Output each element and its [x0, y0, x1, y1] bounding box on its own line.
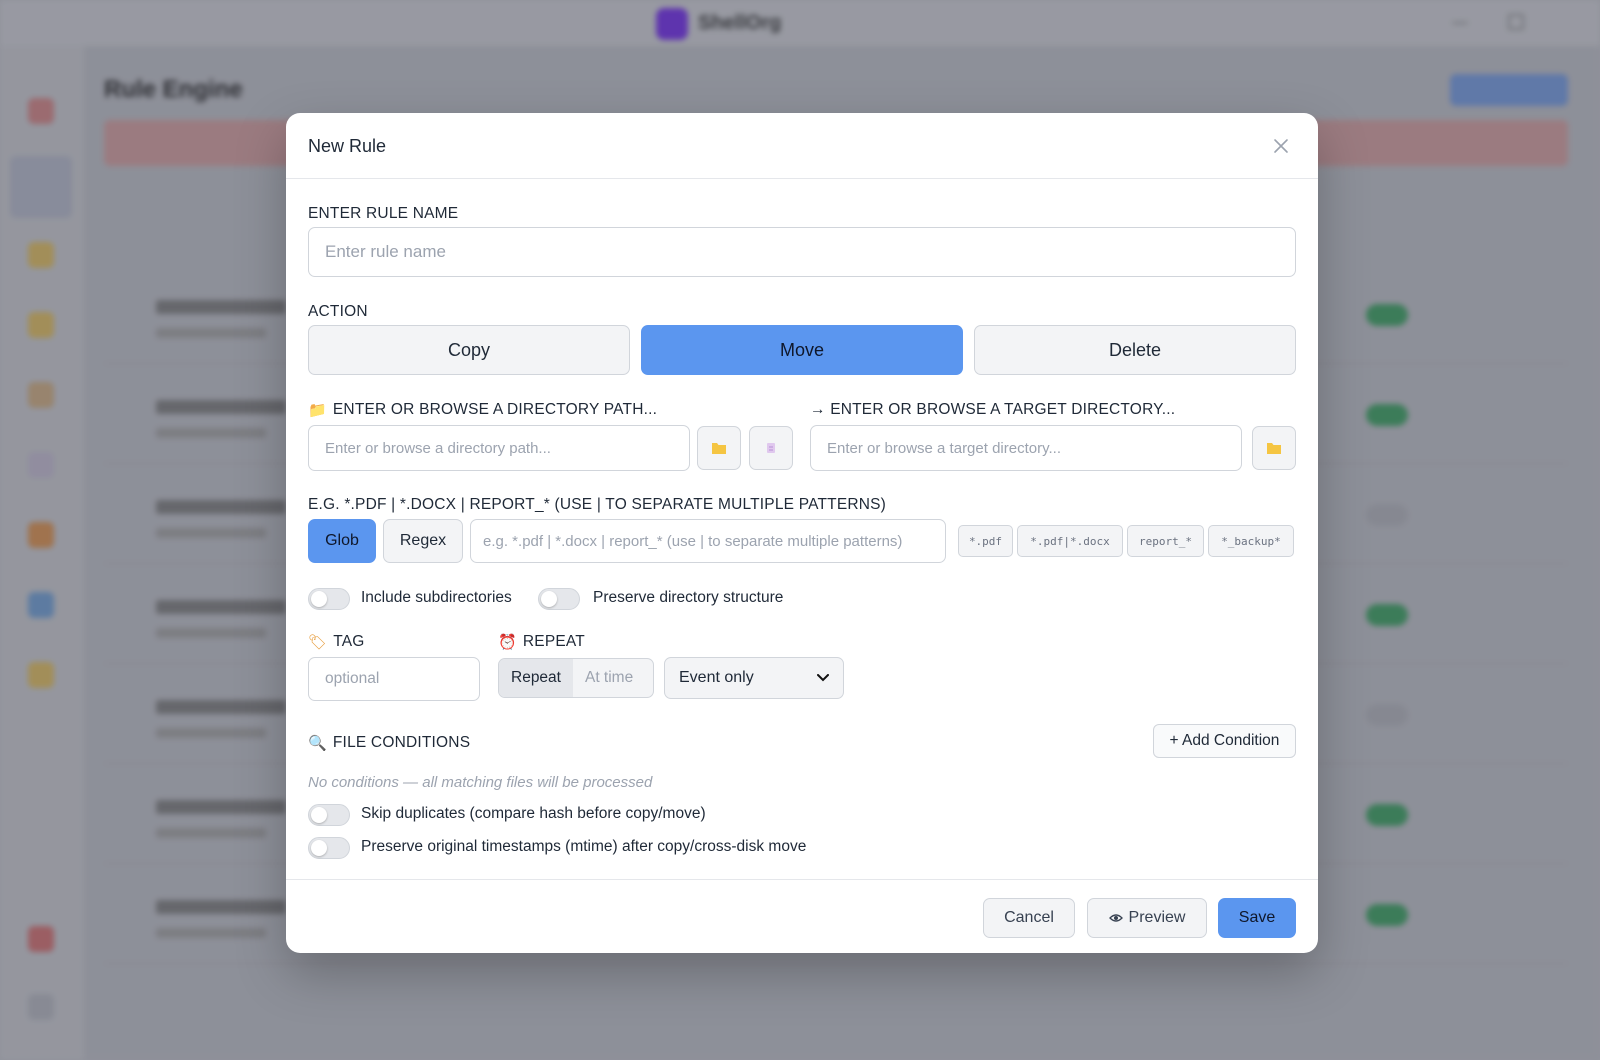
action-selector: Copy Move Delete [308, 325, 1296, 375]
schedule-select[interactable]: Event only [664, 657, 844, 699]
file-conditions-label: 🔍 FILE CONDITIONS [308, 734, 470, 752]
save-button[interactable]: Save [1218, 898, 1296, 938]
folder-icon [1267, 443, 1281, 454]
action-delete-button[interactable]: Delete [974, 325, 1296, 375]
no-conditions-hint: No conditions — all matching files will … [308, 774, 653, 791]
tag-input[interactable] [308, 657, 480, 701]
source-dir-label-text: ENTER OR BROWSE A DIRECTORY PATH... [332, 401, 658, 418]
pattern-presets: *.pdf *.pdf|*.docx report_* *_backup* [958, 525, 1296, 557]
chevron-down-icon [817, 674, 829, 682]
tag-icon: 🏷 [308, 633, 328, 651]
add-condition-button[interactable]: + Add Condition [1153, 724, 1296, 758]
dialog-title: New Rule [308, 136, 387, 156]
glob-mode-button[interactable]: Glob [308, 519, 376, 563]
preserve-structure-label: Preserve directory structure [593, 589, 784, 606]
browse-source-button[interactable] [697, 426, 741, 470]
history-icon [767, 443, 775, 453]
target-dir-input[interactable] [810, 425, 1242, 471]
repeat-label-text: REPEAT [522, 633, 585, 650]
action-move-button[interactable]: Move [641, 325, 963, 375]
preset-chip[interactable]: *.pdf [958, 525, 1013, 557]
include-subdirectories-toggle[interactable] [308, 588, 350, 610]
tag-label-text: TAG [333, 633, 365, 650]
folder-icon [712, 443, 726, 454]
repeat-label: ⏰ REPEAT [498, 633, 585, 651]
action-label: ACTION [308, 303, 368, 320]
cancel-button[interactable]: Cancel [983, 898, 1075, 938]
preserve-timestamps-toggle[interactable] [308, 837, 350, 859]
new-rule-dialog: New Rule ENTER RULE NAME ACTION Copy Mov… [286, 113, 1318, 953]
skip-duplicates-label: Skip duplicates (compare hash before cop… [361, 805, 706, 822]
file-conditions-label-text: FILE CONDITIONS [332, 734, 471, 751]
rule-name-input[interactable] [308, 227, 1296, 277]
folder-icon: 📁 [308, 401, 327, 419]
repeat-mode-button[interactable]: Repeat [499, 659, 573, 697]
at-time-mode-button[interactable]: At time [573, 659, 645, 697]
skip-duplicates-toggle[interactable] [308, 804, 350, 826]
action-copy-button[interactable]: Copy [308, 325, 630, 375]
source-dir-label: 📁 ENTER OR BROWSE A DIRECTORY PATH... [308, 401, 657, 419]
source-dir-input[interactable] [308, 425, 690, 471]
tag-label: 🏷 TAG [308, 633, 365, 651]
browse-target-button[interactable] [1252, 426, 1296, 470]
dialog-footer: Cancel Preview Save [286, 879, 1318, 953]
pattern-label: E.G. *.PDF | *.DOCX | REPORT_* (USE | TO… [308, 496, 887, 513]
recent-paths-button[interactable] [749, 426, 793, 470]
eye-icon [1108, 914, 1123, 922]
preset-chip[interactable]: report_* [1127, 525, 1204, 557]
pattern-input[interactable] [470, 519, 946, 563]
rule-name-label: ENTER RULE NAME [308, 205, 459, 222]
preview-button[interactable]: Preview [1087, 898, 1207, 938]
dialog-header: New Rule [286, 113, 1318, 179]
repeat-mode-selector: Repeat At time [498, 658, 654, 698]
schedule-select-value: Event only [679, 669, 754, 686]
preview-button-label: Preview [1128, 909, 1186, 926]
preset-chip[interactable]: *_backup* [1208, 525, 1294, 557]
magnifier-icon: 🔍 [308, 734, 327, 752]
preserve-structure-toggle[interactable] [538, 588, 580, 610]
target-dir-label: → ENTER OR BROWSE A TARGET DIRECTORY... [810, 401, 1176, 418]
preserve-timestamps-label: Preserve original timestamps (mtime) aft… [361, 838, 807, 855]
alarm-clock-icon: ⏰ [498, 633, 517, 651]
preset-chip[interactable]: *.pdf|*.docx [1017, 525, 1123, 557]
regex-mode-button[interactable]: Regex [383, 519, 463, 563]
close-icon [1274, 139, 1288, 153]
close-dialog-button[interactable] [1270, 135, 1292, 157]
include-subdirectories-label: Include subdirectories [361, 589, 512, 606]
